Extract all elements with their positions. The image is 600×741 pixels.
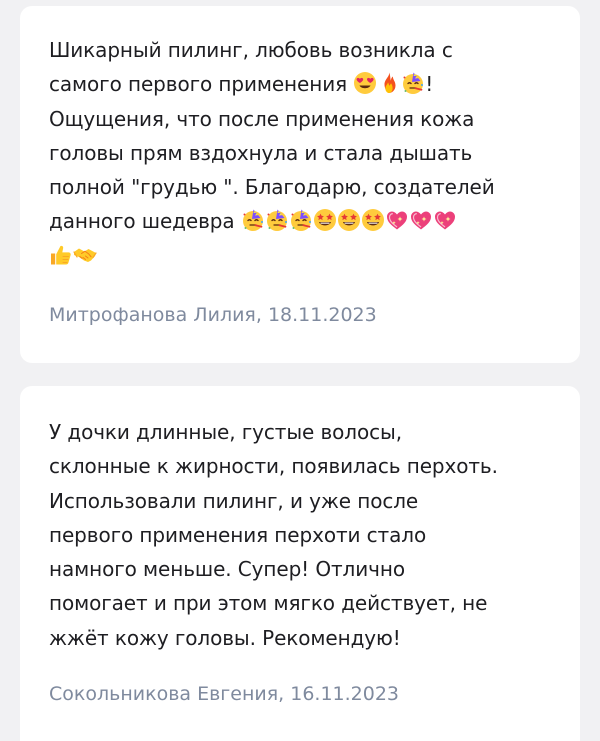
review-text: У дочки длинные, густые волосы, склонные… — [49, 415, 560, 655]
fire-emoji — [377, 71, 401, 95]
review-text-line: У дочки длинные, густые волосы, — [49, 420, 402, 444]
review-text-fragment: ! — [425, 72, 434, 97]
review-text-line: полной "грудью ". Благодарю, создателей — [49, 175, 495, 200]
heart-eyes-emoji — [353, 71, 377, 95]
review-card: Шикарный пилинг, любовь возникла с самог… — [20, 6, 580, 363]
review-text-line: первого применения перхоти стало — [49, 522, 427, 547]
party-face-emoji — [289, 208, 313, 232]
review-text-line: склонные к жирности, появилась перхоть. — [49, 454, 498, 479]
sparkling-heart-emoji — [385, 208, 409, 232]
review-text: Шикарный пилинг, любовь возникла с самог… — [49, 33, 560, 273]
review-author: Митрофанова Лилия, 18.11.2023 — [49, 304, 377, 326]
handshake-emoji — [73, 243, 97, 267]
review-card: У дочки длинные, густые волосы, склонные… — [20, 386, 580, 741]
review-text-fragment: данного шедевра — [49, 209, 235, 234]
review-text-line: данного шедевра — [49, 204, 560, 238]
review-author: Сокольникова Евгения, 16.11.2023 — [49, 683, 400, 705]
star-struck-emoji — [337, 208, 361, 232]
sparkling-heart-emoji — [433, 208, 457, 232]
review-text-line: самого первого применения ! — [49, 67, 560, 101]
party-face-emoji — [265, 208, 289, 232]
star-struck-emoji — [313, 208, 337, 232]
review-text-line: головы прям вздохнула и стала дышать — [49, 140, 473, 165]
sparkling-heart-emoji — [409, 208, 433, 232]
party-face-emoji — [401, 71, 425, 95]
party-face-emoji — [241, 208, 265, 232]
review-text-line: жжёт кожу головы. Рекомендую! — [49, 625, 401, 650]
review-text-line: помогает и при этом мягко действует, не — [49, 591, 488, 616]
review-text-line: намного меньше. Супер! Отлично — [49, 557, 405, 582]
star-struck-emoji — [361, 208, 385, 232]
review-text-fragment: самого первого применения — [49, 72, 348, 97]
review-text-line: Ощущения, что после применения кожа — [49, 106, 475, 131]
review-text-line: Использовали пилинг, и уже после — [49, 488, 419, 513]
thumbs-up-emoji — [49, 243, 73, 267]
review-text-line — [49, 239, 560, 273]
review-text-line: Шикарный пилинг, любовь возникла с — [49, 38, 453, 62]
